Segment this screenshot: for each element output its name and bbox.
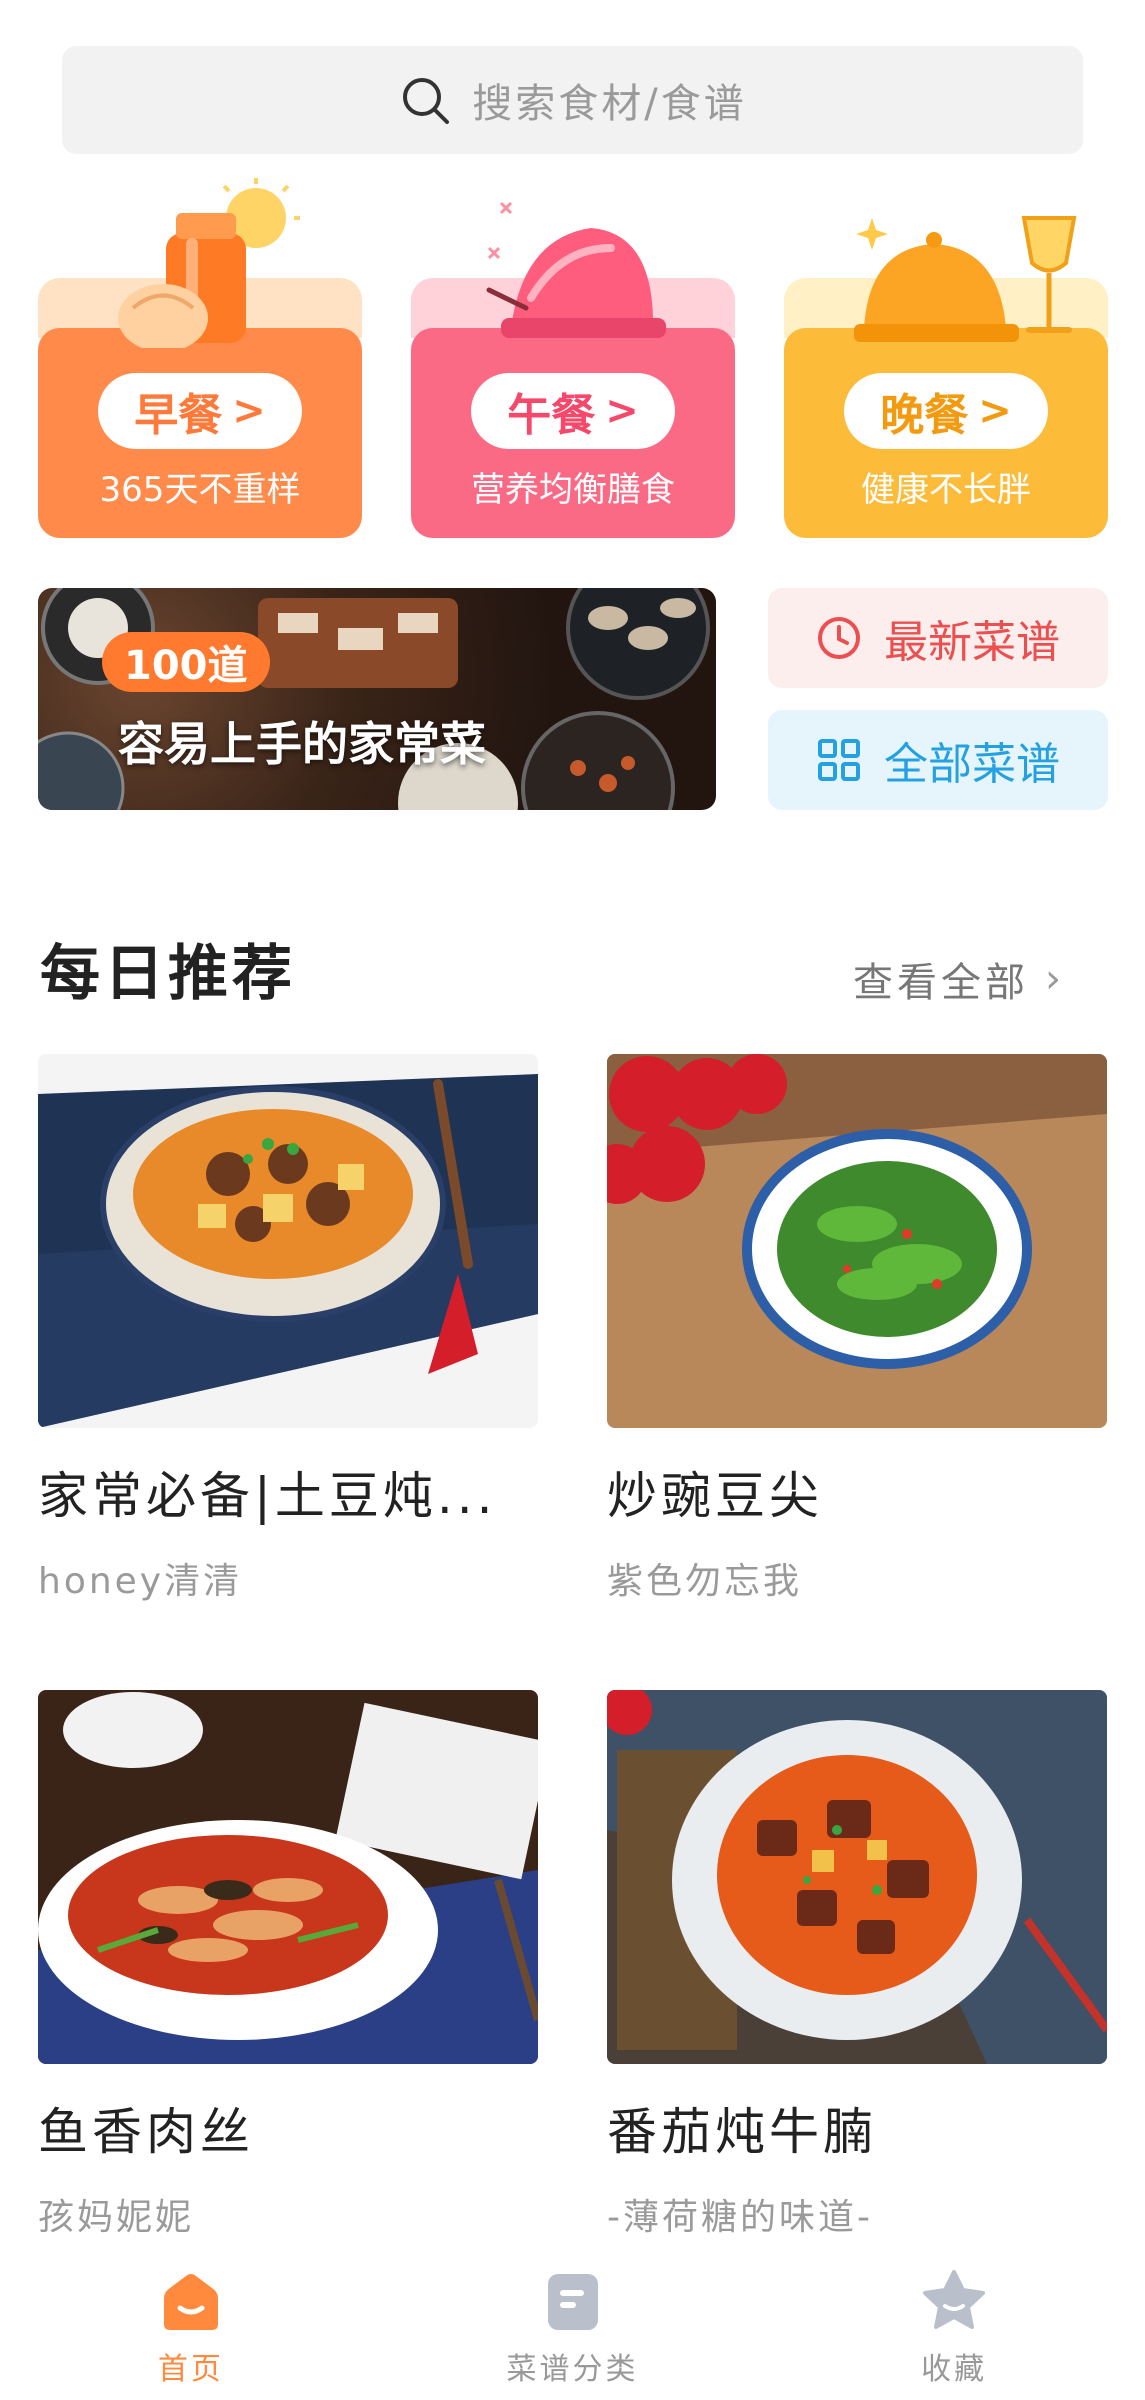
chevron-right-icon: >: [978, 388, 1012, 434]
nav-label-favorites: 收藏: [921, 2352, 988, 2387]
recipe-author: -薄荷糖的味道-: [607, 2197, 873, 2238]
lunch-button[interactable]: 午餐 >: [471, 373, 675, 449]
see-all-label: 查看全部: [853, 960, 1029, 1006]
recipe-photo: [38, 1690, 538, 2064]
breakfast-button[interactable]: 早餐 >: [98, 373, 302, 449]
recipe-card[interactable]: 鱼香肉丝 孩妈妮妮: [38, 1690, 538, 2240]
lunch-label: 午餐: [507, 390, 596, 441]
newest-recipes-label: 最新菜谱: [884, 617, 1060, 668]
chevron-right-icon: ›: [1045, 956, 1065, 1002]
home-icon: [163, 2274, 218, 2330]
search-placeholder: 搜索食材/食谱: [472, 81, 747, 127]
newest-recipes-button[interactable]: 最新菜谱: [768, 588, 1108, 688]
chevron-right-icon: >: [232, 388, 266, 434]
nav-label-home: 首页: [157, 2352, 224, 2387]
search-bar[interactable]: 搜索食材/食谱: [62, 46, 1083, 154]
meal-card-breakfast[interactable]: 早餐 > 365天不重样: [38, 178, 362, 538]
meal-card-dinner[interactable]: 晚餐 > 健康不长胖: [784, 178, 1108, 538]
recipe-photo: [607, 1054, 1107, 1428]
chevron-right-icon: >: [605, 388, 639, 434]
recipe-card[interactable]: 家常必备|土豆炖... honey清清: [38, 1054, 538, 1604]
grid-icon: [818, 739, 860, 781]
recipe-title: 番茄炖牛腩: [607, 2103, 877, 2161]
all-recipes-button[interactable]: 全部菜谱: [768, 710, 1108, 810]
recipe-photo: [607, 1690, 1107, 2064]
banner-food-photo: [38, 588, 710, 810]
recipe-card[interactable]: 炒豌豆尖 紫色勿忘我: [607, 1054, 1107, 1604]
recipe-author: 孩妈妮妮: [38, 2197, 195, 2238]
nav-item-recipe-categories[interactable]: 菜谱分类: [382, 2250, 764, 2400]
breakfast-label: 早餐: [134, 390, 223, 441]
all-recipes-label: 全部菜谱: [884, 739, 1060, 790]
lunch-illustration-icon: [486, 201, 666, 338]
nav-item-favorites[interactable]: 收藏: [763, 2250, 1145, 2400]
recipe-author: honey清清: [38, 1561, 243, 1602]
recipe-photo: [38, 1054, 538, 1428]
recipe-title: 炒豌豆尖: [607, 1467, 823, 1525]
lunch-subtitle: 营养均衡膳食: [471, 470, 675, 510]
see-all-link[interactable]: 查看全部 ›: [853, 950, 1065, 1008]
dinner-subtitle: 健康不长胖: [861, 470, 1031, 510]
recipe-title: 家常必备|土豆炖...: [38, 1467, 497, 1525]
dinner-illustration-icon: [854, 216, 1077, 342]
recipe-title: 鱼香肉丝: [38, 2103, 254, 2161]
home-cooking-banner[interactable]: 100道 容易上手的家常菜: [38, 588, 716, 810]
bottom-nav: 首页 菜谱分类 收藏: [0, 2250, 1145, 2400]
dinner-button[interactable]: 晚餐 >: [844, 373, 1048, 449]
recipe-book-icon: [547, 2274, 598, 2330]
breakfast-illustration-icon: [118, 178, 300, 348]
star-icon: [923, 2270, 986, 2329]
recipe-card[interactable]: 番茄炖牛腩 -薄荷糖的味道-: [607, 1690, 1107, 2240]
recipe-author: 紫色勿忘我: [607, 1561, 803, 1602]
banner-headline: 容易上手的家常菜: [118, 717, 486, 771]
nav-label-recipe-categories: 菜谱分类: [506, 2352, 639, 2387]
daily-recommend-title: 每日推荐: [40, 939, 296, 1009]
banner-badge: 100道: [102, 632, 270, 692]
nav-item-home[interactable]: 首页: [0, 2250, 382, 2400]
search-icon: [403, 78, 450, 124]
dinner-label: 晚餐: [880, 390, 969, 441]
breakfast-subtitle: 365天不重样: [99, 470, 301, 510]
meal-card-lunch[interactable]: 午餐 > 营养均衡膳食: [411, 178, 735, 538]
clock-icon: [818, 617, 860, 659]
